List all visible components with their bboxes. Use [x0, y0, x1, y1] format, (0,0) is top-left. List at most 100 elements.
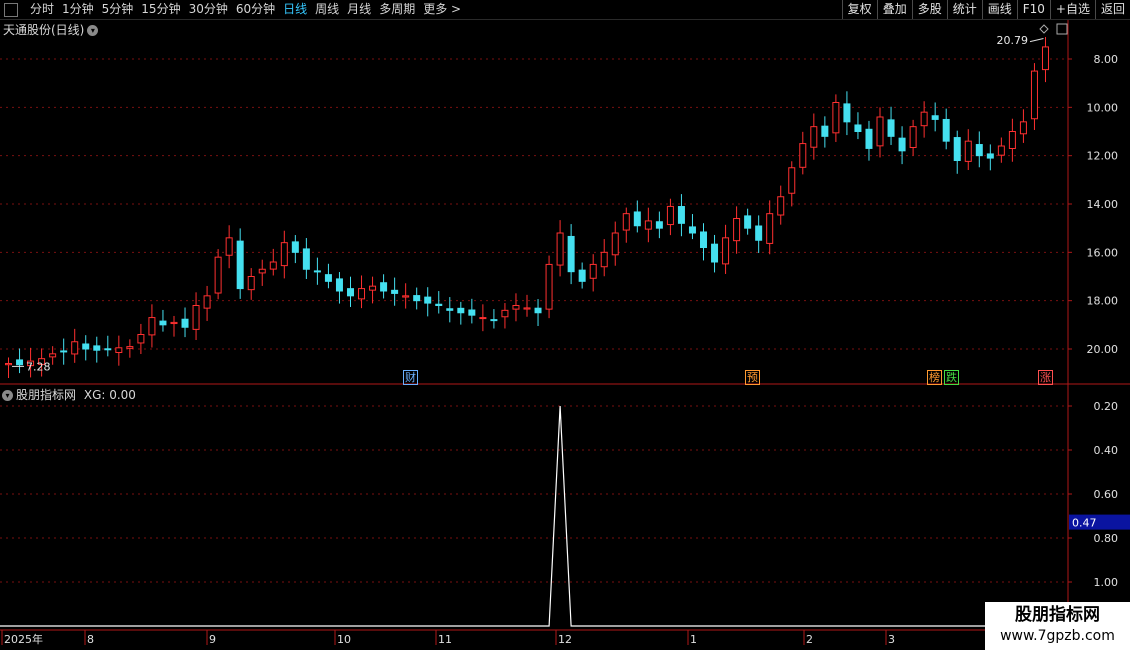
- candle-body: [909, 126, 917, 148]
- candle-body: [324, 274, 332, 282]
- candle: [148, 304, 156, 348]
- candle-body: [843, 103, 851, 123]
- event-mark-0[interactable]: 财: [403, 370, 418, 385]
- candle-body: [578, 269, 586, 282]
- candle: [247, 268, 255, 300]
- candle: [369, 276, 377, 304]
- candle: [975, 131, 983, 168]
- candle-body: [556, 232, 564, 266]
- candle: [622, 207, 630, 243]
- candle-body: [148, 317, 156, 336]
- candle-body: [391, 289, 399, 294]
- candle: [920, 101, 928, 138]
- candle: [490, 309, 498, 329]
- candle: [898, 126, 906, 165]
- candle: [997, 137, 1005, 163]
- candle-body: [335, 278, 343, 292]
- candle-body: [677, 206, 685, 224]
- event-mark-1[interactable]: 预: [745, 370, 760, 385]
- candle: [711, 234, 719, 273]
- candle: [225, 225, 233, 269]
- candle: [104, 335, 112, 357]
- candle: [16, 348, 24, 374]
- candle: [810, 113, 818, 160]
- candle-body: [402, 295, 410, 298]
- candle: [214, 249, 222, 300]
- candle-body: [655, 221, 663, 229]
- time-label: 8: [87, 633, 94, 646]
- indicator-tick-label: 0.60: [1094, 488, 1119, 501]
- candle: [700, 223, 708, 261]
- indicator-tick-label: 1.00: [1094, 576, 1119, 589]
- candle-body: [611, 232, 619, 256]
- event-mark-2[interactable]: 榜: [927, 370, 942, 385]
- candle-body: [446, 308, 454, 311]
- candle: [722, 224, 730, 274]
- low-label: 7.28: [26, 360, 51, 373]
- high-label: 20.79: [997, 34, 1029, 47]
- candle: [777, 185, 785, 225]
- price-tick-label: 8.00: [1094, 53, 1119, 66]
- candle: [115, 335, 123, 366]
- candle-body: [269, 261, 277, 270]
- candle-body: [942, 118, 950, 142]
- candle-body: [523, 307, 531, 310]
- event-mark-3[interactable]: 跌: [944, 370, 959, 385]
- candle-body: [854, 124, 862, 133]
- chart-area[interactable]: 20.00 18.00 16.00 14.00 12.00 10.00 8.00 20.79 7…: [0, 0, 1130, 650]
- candle: [986, 144, 994, 171]
- candle: [865, 120, 873, 161]
- candle: [600, 239, 608, 277]
- candle-body: [810, 126, 818, 148]
- candle-body: [479, 317, 487, 320]
- candle-body: [380, 282, 388, 292]
- candle-body: [468, 309, 476, 316]
- candle-body: [214, 256, 222, 294]
- candle: [611, 221, 619, 266]
- candle-body: [688, 226, 696, 234]
- candle: [953, 130, 961, 174]
- time-label: 3: [888, 633, 895, 646]
- price-tick-label: 12.00: [1087, 150, 1119, 163]
- candle: [5, 357, 13, 378]
- candle-body: [997, 145, 1005, 156]
- candle-body: [953, 137, 961, 162]
- candle: [457, 301, 465, 325]
- candle-body: [755, 225, 763, 241]
- candle: [181, 307, 189, 338]
- candle: [413, 287, 421, 310]
- candle-body: [887, 119, 895, 137]
- candle: [1030, 63, 1038, 130]
- candle: [236, 228, 244, 299]
- candle: [269, 248, 277, 276]
- candle-body: [181, 318, 189, 328]
- candle-body: [744, 215, 752, 229]
- watermark: 股朋指标网 www.7gpzb.com: [985, 602, 1130, 650]
- candle-body: [644, 220, 652, 230]
- price-tick-label: 14.00: [1087, 198, 1119, 211]
- candle-body: [821, 125, 829, 137]
- candle: [556, 220, 564, 277]
- candle-body: [413, 295, 421, 302]
- candle: [942, 108, 950, 150]
- candle-body: [975, 144, 983, 157]
- candle-body: [457, 307, 465, 314]
- price-tick-label: 18.00: [1087, 295, 1119, 308]
- candle-body: [501, 309, 509, 318]
- indicator-tick-label: 0.20: [1094, 400, 1119, 413]
- candle: [291, 235, 299, 264]
- candle-body: [247, 276, 255, 291]
- time-label: 10: [337, 633, 351, 646]
- candle-body: [920, 111, 928, 127]
- time-label: 2025年: [4, 632, 43, 646]
- candle-body: [236, 240, 244, 290]
- candle-body: [700, 231, 708, 248]
- candle-body: [1019, 121, 1027, 135]
- candle-body: [82, 343, 90, 350]
- event-mark-4[interactable]: 涨: [1038, 370, 1053, 385]
- price-tick-label: 20.00: [1087, 343, 1119, 356]
- candle: [744, 208, 752, 235]
- candle-body: [545, 263, 553, 310]
- candle-body: [876, 116, 884, 147]
- candle: [1041, 36, 1049, 83]
